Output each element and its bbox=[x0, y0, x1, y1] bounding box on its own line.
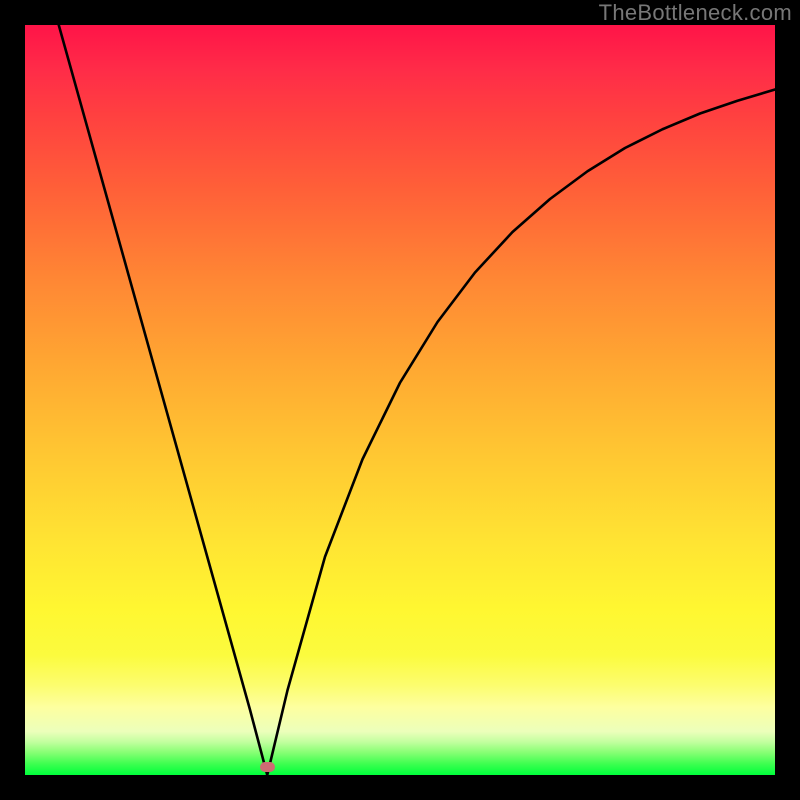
chart-container: TheBottleneck.com bbox=[0, 0, 800, 800]
bottleneck-curve-path bbox=[59, 25, 775, 775]
plot-area bbox=[25, 25, 775, 775]
curve-svg bbox=[25, 25, 775, 775]
watermark-text: TheBottleneck.com bbox=[599, 0, 792, 26]
minimum-marker bbox=[260, 762, 275, 772]
